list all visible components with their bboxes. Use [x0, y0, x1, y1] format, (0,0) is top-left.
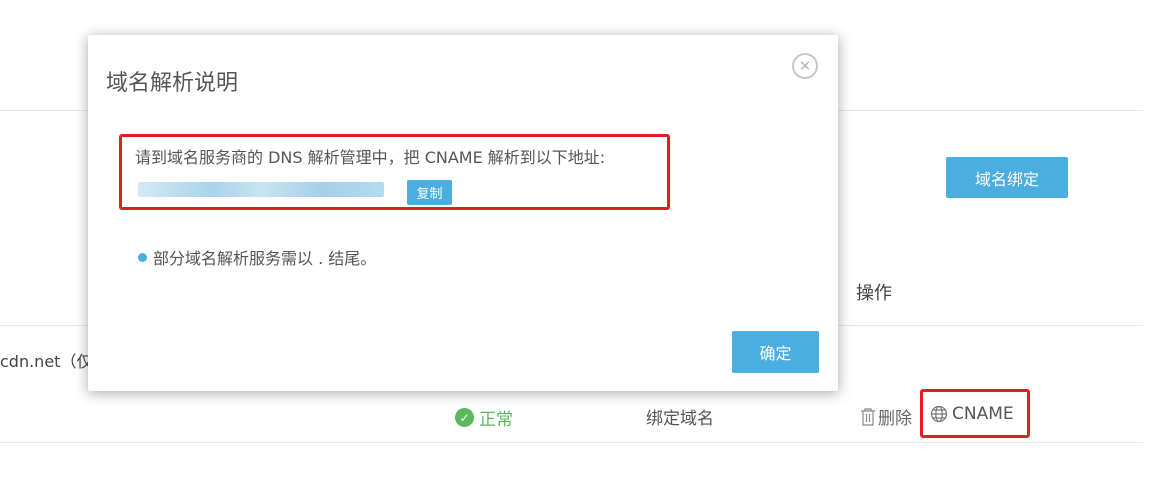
row-domain-name: cdn.net（仅	[0, 352, 93, 371]
note-text: 部分域名解析服务需以 . 结尾。	[153, 249, 377, 268]
page: 域名绑定 操作 cdn.net（仅 ✓ 正常 绑定域名 删除 CNAME 域名解…	[0, 0, 1173, 481]
dialog-title: 域名解析说明	[106, 71, 239, 96]
status-badge: ✓ 正常	[455, 405, 513, 430]
delete-label: 删除	[878, 409, 912, 429]
instruction-text: 请到域名服务商的 DNS 解析管理中，把 CNAME 解析到以下地址:	[135, 148, 606, 167]
operations-column-header: 操作	[856, 283, 892, 304]
bind-domain-button[interactable]: 域名绑定	[946, 157, 1068, 198]
globe-icon	[930, 405, 948, 423]
close-circle-icon[interactable]: ✕	[792, 53, 818, 79]
cname-button[interactable]: CNAME	[930, 404, 1014, 424]
cname-target-value	[138, 182, 384, 197]
cname-label: CNAME	[952, 404, 1014, 424]
delete-button[interactable]: 删除	[860, 404, 912, 429]
note: 部分域名解析服务需以 . 结尾。	[138, 245, 376, 269]
check-circle-icon: ✓	[455, 408, 474, 427]
status-label: 正常	[479, 410, 513, 430]
divider	[0, 442, 1143, 443]
trash-icon	[861, 407, 875, 426]
confirm-button[interactable]: 确定	[732, 331, 819, 373]
bullet-icon	[138, 252, 147, 262]
domain-resolution-dialog: 域名解析说明 ✕ 请到域名服务商的 DNS 解析管理中，把 CNAME 解析到以…	[88, 35, 838, 391]
bound-domain-label: 绑定域名	[646, 409, 714, 429]
copy-button[interactable]: 复制	[407, 180, 452, 205]
